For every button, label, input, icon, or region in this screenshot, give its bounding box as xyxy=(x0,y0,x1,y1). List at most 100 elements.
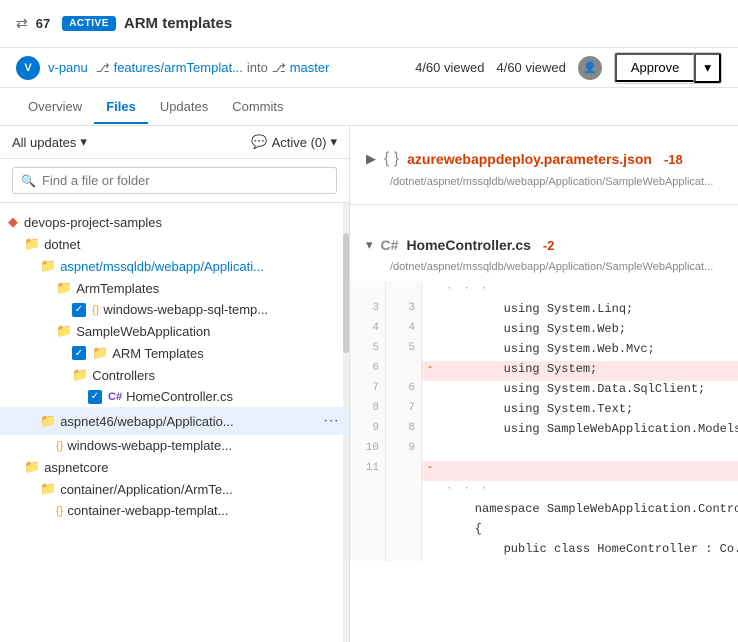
line-content: using System.Linq; xyxy=(438,301,738,321)
target-branch-icon: ⎇ xyxy=(272,61,286,75)
line-content: { xyxy=(438,521,738,541)
folder-icon: 📁 xyxy=(40,258,56,274)
item-label: container/Application/ArmTe... xyxy=(60,482,233,497)
line-marker xyxy=(422,541,438,561)
code-row-ellipsis-mid: · · · xyxy=(350,481,738,501)
tree-root[interactable]: ◆ devops-project-samples xyxy=(0,211,349,233)
item-label: aspnet/mssqldb/webapp/Applicati... xyxy=(60,259,264,274)
tree-item-homecontroller[interactable]: ✓ C# HomeController.cs xyxy=(0,386,349,407)
line-num-new xyxy=(386,361,422,381)
code-row-8: 8 7 using System.Text; xyxy=(350,401,738,421)
folder-icon: 📁 xyxy=(72,367,88,383)
approve-main-button[interactable]: Approve xyxy=(615,53,694,82)
line-num-old: 4 xyxy=(350,321,386,341)
pr-title: ARM templates xyxy=(124,15,232,32)
line-content: · · · xyxy=(438,481,738,501)
code-block: · · · 3 3 using System.Linq; 4 4 using S… xyxy=(350,281,738,561)
line-marker xyxy=(422,301,438,321)
code-row-namespace: namespace SampleWebApplication.Contro... xyxy=(350,501,738,521)
tree-item-samplewebapp[interactable]: 📁 SampleWebApplication xyxy=(0,320,349,342)
file-section-cs: ▾ C# HomeController.cs -2 /dotnet/aspnet… xyxy=(350,213,738,561)
branch-icon: ⎇ xyxy=(96,61,110,75)
checkbox-arm[interactable]: ✓ xyxy=(72,346,86,360)
item-label: aspnet46/webapp/Applicatio... xyxy=(60,414,317,429)
tab-commits[interactable]: Commits xyxy=(220,91,295,124)
line-num-new: 3 xyxy=(386,301,422,321)
tree-item-aspnet46[interactable]: 📁 aspnet46/webapp/Applicatio... ··· xyxy=(0,407,349,435)
tree-item-arm-templates[interactable]: ✓ 📁 ARM Templates xyxy=(0,342,349,364)
approve-dropdown-button[interactable]: ▾ xyxy=(694,53,721,83)
root-icon: ◆ xyxy=(8,214,18,230)
target-branch[interactable]: master xyxy=(290,60,330,75)
source-branch[interactable]: features/armTemplat... xyxy=(114,60,243,75)
code-row-10: 10 9 xyxy=(350,441,738,461)
item-label: SampleWebApplication xyxy=(76,324,210,339)
line-marker xyxy=(422,281,438,301)
cs-file-header[interactable]: ▾ C# HomeController.cs -2 xyxy=(350,229,738,261)
cs-file-name: HomeController.cs xyxy=(406,237,530,253)
line-marker xyxy=(422,321,438,341)
section-divider xyxy=(350,204,738,205)
item-label: ArmTemplates xyxy=(76,281,159,296)
checkbox-reviewed[interactable]: ✓ xyxy=(72,303,86,317)
tree-item-windows-webapp[interactable]: {} windows-webapp-template... xyxy=(0,435,349,456)
line-num-old xyxy=(350,541,386,561)
line-marker xyxy=(422,341,438,361)
active-badge: ACTIVE xyxy=(62,16,116,31)
line-num-new: 9 xyxy=(386,441,422,461)
brace-icon: { } xyxy=(384,150,399,168)
code-row-ellipsis-top: · · · xyxy=(350,281,738,301)
tab-files[interactable]: Files xyxy=(94,91,148,124)
line-num-old: 6 xyxy=(350,361,386,381)
tree-item-container-app[interactable]: 📁 container/Application/ArmTe... xyxy=(0,478,349,500)
json-icon: {} xyxy=(56,505,63,517)
folder-icon: 📁 xyxy=(56,280,72,296)
all-updates-label: All updates xyxy=(12,135,76,150)
json-file-header[interactable]: ▶ { } azurewebappdeploy.parameters.json … xyxy=(350,142,738,176)
tree-item-armtemplates[interactable]: 📁 ArmTemplates xyxy=(0,277,349,299)
line-content: namespace SampleWebApplication.Contro... xyxy=(438,501,738,521)
active-filter[interactable]: 💬 Active (0) ▾ xyxy=(251,134,337,150)
tree-item-dotnet[interactable]: 📁 dotnet xyxy=(0,233,349,255)
line-content: using System; xyxy=(438,361,738,381)
tree-item-windows-sql[interactable]: ✓ {} windows-webapp-sql-temp... xyxy=(0,299,349,320)
search-input[interactable] xyxy=(42,173,328,188)
json-icon: {} xyxy=(92,304,99,316)
line-num-new: 5 xyxy=(386,341,422,361)
comment-icon: 💬 xyxy=(251,134,267,150)
folder-icon: 📁 xyxy=(40,413,56,429)
tree-item-container-webapp[interactable]: {} container-webapp-templat... xyxy=(0,500,349,521)
checkbox-homecontroller[interactable]: ✓ xyxy=(88,390,102,404)
folder-icon: 📁 xyxy=(56,323,72,339)
tree-item-aspnet[interactable]: 📁 aspnet/mssqldb/webapp/Applicati... xyxy=(0,255,349,277)
tab-updates[interactable]: Updates xyxy=(148,91,220,124)
line-num-old: 3 xyxy=(350,301,386,321)
line-marker xyxy=(422,481,438,501)
context-menu-button[interactable]: ··· xyxy=(317,410,345,432)
user-avatar-btn[interactable]: 👤 xyxy=(578,56,602,80)
line-marker: - xyxy=(422,461,438,481)
root-label: devops-project-samples xyxy=(24,215,162,230)
left-panel: All updates ▾ 💬 Active (0) ▾ 🔍 ◆ devops-… xyxy=(0,126,350,642)
tabs-bar: Overview Files Updates Commits xyxy=(0,88,738,126)
folder-icon: 📁 xyxy=(24,236,40,252)
username[interactable]: v-panu xyxy=(48,60,88,75)
line-num-new xyxy=(386,281,422,301)
line-num-new: 7 xyxy=(386,401,422,421)
pr-icon: ⇄ xyxy=(16,15,28,32)
folder-icon: 📁 xyxy=(40,481,56,497)
tab-overview[interactable]: Overview xyxy=(16,91,94,124)
json-file-name: azurewebappdeploy.parameters.json xyxy=(407,151,652,167)
tree-item-aspnetcore[interactable]: 📁 aspnetcore xyxy=(0,456,349,478)
line-marker xyxy=(422,521,438,541)
line-num-new: 8 xyxy=(386,421,422,441)
all-updates-filter[interactable]: All updates ▾ xyxy=(12,134,87,150)
cs-file-path: /dotnet/aspnet/mssqldb/webapp/Applicatio… xyxy=(350,261,738,281)
line-content: using System.Data.SqlClient; xyxy=(438,381,738,401)
line-num-new xyxy=(386,481,422,501)
item-label: dotnet xyxy=(44,237,80,252)
main-layout: All updates ▾ 💬 Active (0) ▾ 🔍 ◆ devops-… xyxy=(0,126,738,642)
code-row-3: 3 3 using System.Linq; xyxy=(350,301,738,321)
tree-item-controllers[interactable]: 📁 Controllers xyxy=(0,364,349,386)
item-label: windows-webapp-template... xyxy=(67,438,232,453)
